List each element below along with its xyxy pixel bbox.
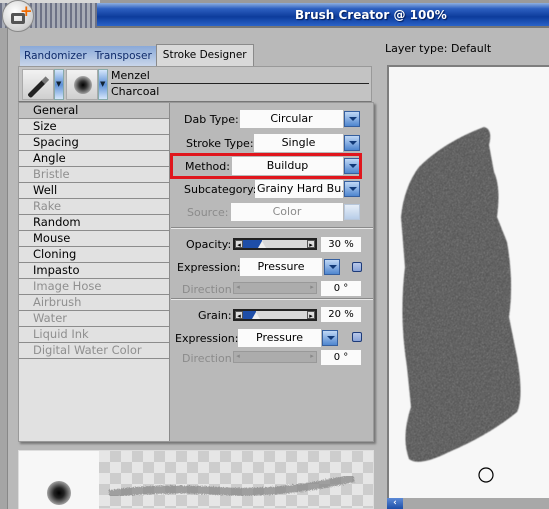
category-item-airbrush[interactable]: Airbrush	[19, 295, 169, 311]
opacity-direction-label: Direction:	[182, 283, 236, 296]
grain-direction-value[interactable]: 0 °	[321, 350, 361, 365]
opacity-direction-value[interactable]: 0 °	[321, 281, 361, 296]
stroke-type-label: Stroke Type:	[186, 137, 254, 150]
opacity-slider-thumb[interactable]	[258, 241, 267, 248]
brush-category-dropdown[interactable]: ▼	[54, 69, 64, 100]
dab-type-select[interactable]: Circular	[240, 110, 343, 128]
grain-invert-checkbox[interactable]	[352, 332, 362, 342]
slider-right-arrow-icon[interactable]: ▸	[307, 311, 315, 320]
category-item-angle[interactable]: Angle	[19, 151, 169, 167]
opacity-label: Opacity:	[186, 238, 232, 251]
brush-category-name[interactable]: Menzel	[111, 69, 150, 82]
charcoal-scribble	[401, 127, 521, 483]
grain-expression-select[interactable]: Pressure	[238, 329, 321, 347]
brush-category-button[interactable]	[22, 69, 54, 100]
grain-slider-thumb[interactable]	[251, 312, 260, 319]
category-item-image-hose[interactable]: Image Hose	[19, 279, 169, 295]
category-item-size[interactable]: Size	[19, 119, 169, 135]
chevron-down-icon: ▼	[100, 80, 106, 88]
slider-right-arrow-icon: ▸	[310, 283, 314, 291]
brush-variant-dropdown[interactable]: ▼	[98, 69, 108, 100]
opacity-expression-label: Expression:	[177, 261, 241, 274]
canvas-horizontal-scrollbar[interactable]: ‹	[387, 498, 549, 509]
divider	[111, 83, 369, 84]
method-highlight-box	[170, 153, 362, 179]
category-item-rake[interactable]: Rake	[19, 199, 169, 215]
stroke-preview	[18, 450, 374, 509]
grain-expression-dropdown-button[interactable]	[322, 330, 338, 346]
slider-left-arrow-icon[interactable]: ◂	[235, 240, 243, 249]
category-item-cloning[interactable]: Cloning	[19, 247, 169, 263]
tab-transposer[interactable]: Transposer	[90, 46, 156, 66]
subcategory-select[interactable]: Grainy Hard Bu...	[255, 180, 343, 198]
grain-direction-label: Direction:	[182, 352, 236, 365]
slider-right-arrow-icon: ▸	[310, 352, 314, 360]
dab-preview	[19, 451, 99, 509]
window-left-edge	[0, 28, 8, 509]
brush-cursor-icon	[478, 467, 494, 483]
opacity-invert-checkbox[interactable]	[352, 262, 362, 272]
slider-right-arrow-icon[interactable]: ▸	[307, 240, 315, 249]
category-item-well[interactable]: Well	[19, 183, 169, 199]
category-list: General Size Spacing Angle Bristle Well …	[19, 103, 170, 441]
opacity-direction-slider[interactable]: ◂ ▸	[233, 282, 317, 294]
section-divider	[171, 298, 373, 300]
brush-names: Menzel Charcoal	[111, 67, 371, 101]
grain-slider[interactable]: ◂ ▸	[233, 309, 317, 321]
dab-preview-icon	[74, 76, 92, 94]
pen-icon	[27, 79, 47, 99]
section-divider	[171, 227, 373, 229]
subcategory-label: Subcategory:	[184, 183, 257, 196]
slider-left-arrow-icon: ◂	[236, 352, 240, 360]
category-item-impasto[interactable]: Impasto	[19, 263, 169, 279]
category-item-spacing[interactable]: Spacing	[19, 135, 169, 151]
brush-variant-name[interactable]: Charcoal	[111, 85, 159, 98]
title-bar: Brush Creator @ 100%	[0, 0, 549, 28]
source-dropdown-button[interactable]	[344, 204, 360, 220]
slider-left-arrow-icon[interactable]: ◂	[235, 311, 243, 320]
source-select[interactable]: Color	[231, 203, 343, 221]
category-item-digital-water-color[interactable]: Digital Water Color	[19, 343, 169, 359]
preview-stroke	[108, 474, 355, 498]
category-item-general[interactable]: General	[19, 103, 169, 119]
grain-label: Grain:	[198, 309, 232, 322]
category-item-random[interactable]: Random	[19, 215, 169, 231]
tab-randomizer[interactable]: Randomizer	[20, 46, 91, 66]
tab-stroke-designer[interactable]: Stroke Designer	[155, 44, 254, 66]
grain-direction-slider[interactable]: ◂ ▸	[233, 351, 317, 363]
brush-selector-bar: ▼ ▼ Menzel Charcoal	[18, 66, 372, 102]
slider-left-arrow-icon: ◂	[236, 283, 240, 291]
category-item-liquid-ink[interactable]: Liquid Ink	[19, 327, 169, 343]
chevron-down-icon: ▼	[56, 80, 62, 88]
brush-variant-button[interactable]	[66, 69, 98, 100]
preview-canvas[interactable]	[387, 65, 549, 498]
window-title: Brush Creator @ 100%	[295, 8, 447, 22]
stroke-type-dropdown-button[interactable]	[344, 135, 360, 151]
opacity-slider[interactable]: ◂ ▸	[233, 238, 317, 250]
stroke-preview-canvas	[99, 451, 373, 508]
opacity-expression-dropdown-button[interactable]	[324, 259, 340, 275]
grain-expression-label: Expression:	[175, 332, 239, 345]
dab-type-dropdown-button[interactable]	[344, 111, 360, 127]
layer-type-label: Layer type: Default	[385, 42, 492, 55]
tab-bar: Randomizer Transposer Stroke Designer	[20, 44, 254, 66]
category-item-mouse[interactable]: Mouse	[19, 231, 169, 247]
category-item-water[interactable]: Water	[19, 311, 169, 327]
stroke-type-select[interactable]: Single	[254, 134, 343, 152]
dab-type-label: Dab Type:	[184, 113, 239, 126]
source-label: Source:	[187, 206, 229, 219]
subcategory-dropdown-button[interactable]	[344, 181, 360, 197]
scroll-left-icon[interactable]: ‹	[387, 498, 403, 509]
dab-icon	[47, 481, 71, 505]
opacity-expression-select[interactable]: Pressure	[240, 258, 322, 276]
grain-value[interactable]: 20 %	[321, 307, 361, 322]
category-item-bristle[interactable]: Bristle	[19, 167, 169, 183]
opacity-value[interactable]: 30 %	[321, 237, 361, 252]
